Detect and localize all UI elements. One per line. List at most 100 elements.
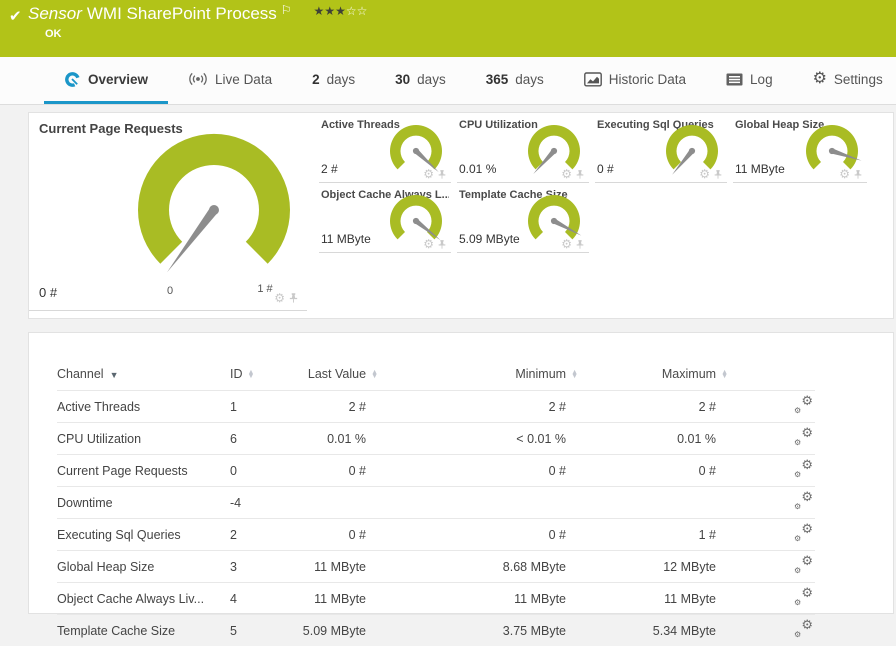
pin-icon[interactable]: [713, 169, 723, 180]
channel-cell: 0: [230, 455, 290, 487]
channel-cell: Template Cache Size: [57, 615, 230, 646]
sort-desc-icon: ▼: [110, 370, 119, 380]
channel-settings-icon[interactable]: ⚙⚙: [794, 557, 813, 573]
gauge-value: 0 #: [39, 285, 57, 300]
channel-cell: 11 MByte: [580, 583, 730, 615]
channel-row[interactable]: Active Threads12 #2 #2 #⚙⚙: [57, 391, 815, 423]
pin-icon[interactable]: [437, 239, 447, 250]
channel-cell: 0 #: [290, 519, 380, 551]
channel-settings-icon[interactable]: ⚙⚙: [794, 493, 813, 509]
sensor-status-badge: OK: [45, 28, 62, 40]
channel-cell: [380, 487, 580, 519]
tab-30-days[interactable]: 30 days: [375, 57, 466, 104]
primary-channel-gauge: [129, 125, 299, 295]
channel-row[interactable]: Template Cache Size55.09 MByte3.75 MByte…: [57, 615, 815, 646]
priority-stars[interactable]: ★★★☆☆: [314, 2, 368, 19]
channel-settings-icon[interactable]: ⚙⚙: [794, 397, 813, 413]
log-icon: [726, 73, 743, 86]
channel-row[interactable]: Object Cache Always Liv...411 MByte11 MB…: [57, 583, 815, 615]
gauge-settings-gear-icon[interactable]: ⚙: [274, 292, 285, 304]
channel-cell: 8.68 MByte: [380, 551, 580, 583]
gauge-tile-current-page-requests[interactable]: Current Page Requests 0 1 # 0 # ⚙: [29, 113, 307, 311]
tab-365-days[interactable]: 365 days: [466, 57, 564, 104]
channel-cell: 4: [230, 583, 290, 615]
channel-cell: [290, 487, 380, 519]
column-header-maximum[interactable]: Maximum▲▼: [580, 367, 730, 391]
gauge-value: 2 #: [321, 162, 338, 176]
channel-row[interactable]: Global Heap Size311 MByte8.68 MByte12 MB…: [57, 551, 815, 583]
status-ok-check-icon: ✔: [9, 7, 22, 25]
pin-icon[interactable]: [575, 169, 585, 180]
tab-live-data[interactable]: Live Data: [168, 57, 292, 104]
tab-label: days: [327, 72, 356, 87]
gauge-tile-cpu-utilization[interactable]: CPU Utilization 0.01 % ⚙: [457, 113, 589, 183]
column-header-last-value[interactable]: Last Value▲▼: [290, 367, 380, 391]
channel-cell: 0 #: [580, 455, 730, 487]
channel-cell: 5: [230, 615, 290, 646]
star-filled-icon[interactable]: ★: [314, 4, 325, 18]
channel-row[interactable]: Current Page Requests00 #0 #0 #⚙⚙: [57, 455, 815, 487]
gauge-settings-gear-icon[interactable]: ⚙: [561, 168, 572, 180]
sensor-kind-label: Sensor: [28, 4, 82, 23]
channel-settings-icon[interactable]: ⚙⚙: [794, 525, 813, 541]
pin-icon[interactable]: [288, 292, 299, 304]
channel-cell: Object Cache Always Liv...: [57, 583, 230, 615]
channel-cell: CPU Utilization: [57, 423, 230, 455]
channel-settings-icon[interactable]: ⚙⚙: [794, 621, 813, 637]
gauge-settings-gear-icon[interactable]: ⚙: [561, 238, 572, 250]
tab-2-days[interactable]: 2 days: [292, 57, 375, 104]
pin-icon[interactable]: [575, 239, 585, 250]
flag-icon[interactable]: ⚐: [281, 3, 292, 17]
gear-icon: ⚙: [813, 71, 827, 87]
channel-cell: 11 MByte: [290, 551, 380, 583]
star-filled-icon[interactable]: ★: [324, 4, 335, 18]
column-header-channel[interactable]: Channel▼: [57, 367, 230, 391]
tab-settings[interactable]: ⚙ Settings: [793, 57, 896, 104]
channel-cell: [580, 487, 730, 519]
channel-row[interactable]: Executing Sql Queries20 #0 #1 #⚙⚙: [57, 519, 815, 551]
channel-cell: 2 #: [290, 391, 380, 423]
channel-cell: 0 #: [290, 455, 380, 487]
channel-settings-icon[interactable]: ⚙⚙: [794, 429, 813, 445]
gauge-settings-gear-icon[interactable]: ⚙: [423, 168, 434, 180]
sensor-title: WMI SharePoint Process: [87, 4, 277, 23]
channel-settings-icon[interactable]: ⚙⚙: [794, 461, 813, 477]
gauge-value: 0.01 %: [459, 162, 496, 176]
gauge-tile-global-heap-size[interactable]: Global Heap Size 11 MByte ⚙: [733, 113, 867, 183]
tab-label: Live Data: [215, 72, 272, 87]
channel-cell: 0.01 %: [580, 423, 730, 455]
sort-icon: ▲▼: [571, 371, 578, 379]
tab-label: days: [417, 72, 446, 87]
gauge-settings-gear-icon[interactable]: ⚙: [423, 238, 434, 250]
gauge-settings-gear-icon[interactable]: ⚙: [699, 168, 710, 180]
sensor-header-banner: ✔ SensorWMI SharePoint Process⚐★★★☆☆ OK: [0, 0, 896, 57]
gauge-tile-object-cache-always-live[interactable]: Object Cache Always L... 11 MByte ⚙: [319, 183, 451, 253]
tab-overview[interactable]: Overview: [44, 57, 168, 104]
live-data-icon: [188, 71, 208, 87]
tab-log[interactable]: Log: [706, 57, 793, 104]
gauge-settings-gear-icon[interactable]: ⚙: [839, 168, 850, 180]
channel-row[interactable]: CPU Utilization60.01 %< 0.01 %0.01 %⚙⚙: [57, 423, 815, 455]
pin-icon[interactable]: [437, 169, 447, 180]
tab-label: days: [515, 72, 544, 87]
channel-cell: Executing Sql Queries: [57, 519, 230, 551]
gauge-tile-template-cache-size[interactable]: Template Cache Size 5.09 MByte ⚙: [457, 183, 589, 253]
channel-cell: 2: [230, 519, 290, 551]
column-header-minimum[interactable]: Minimum▲▼: [380, 367, 580, 391]
sort-icon: ▲▼: [248, 371, 255, 379]
pin-icon[interactable]: [853, 169, 863, 180]
gauge-value: 5.09 MByte: [459, 232, 520, 246]
gauge-tile-executing-sql-queries[interactable]: Executing Sql Queries 0 # ⚙: [595, 113, 727, 183]
channel-settings-icon[interactable]: ⚙⚙: [794, 589, 813, 605]
gauge-value: 0 #: [597, 162, 614, 176]
star-empty-icon[interactable]: ☆: [346, 4, 357, 18]
column-header-id[interactable]: ID▲▼: [230, 367, 290, 391]
star-filled-icon[interactable]: ★: [335, 4, 346, 18]
tab-bar: Overview Live Data 2 days 30 days 365 da…: [0, 57, 896, 105]
channel-row[interactable]: Downtime-4⚙⚙: [57, 487, 815, 519]
gauge-tile-active-threads[interactable]: Active Threads 2 # ⚙: [319, 113, 451, 183]
area-chart-icon: [584, 72, 602, 87]
channel-cell: Global Heap Size: [57, 551, 230, 583]
star-empty-icon[interactable]: ☆: [357, 4, 368, 18]
tab-historic-data[interactable]: Historic Data: [564, 57, 706, 104]
